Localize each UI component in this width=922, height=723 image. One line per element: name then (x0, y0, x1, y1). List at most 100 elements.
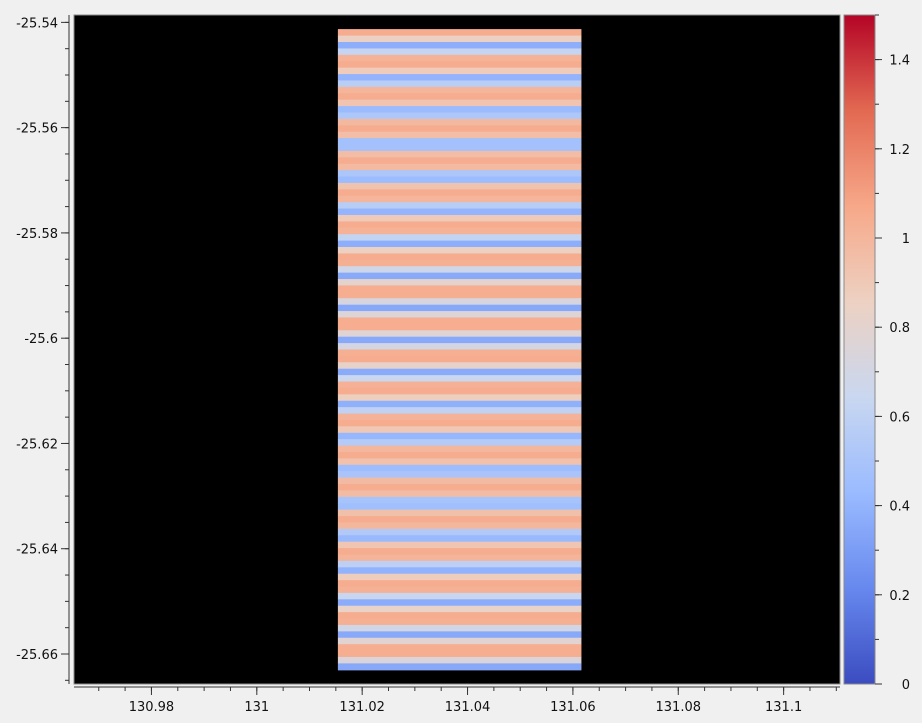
heatmap-cell-row (337, 221, 582, 229)
heatmap-cell-row (337, 112, 582, 120)
heatmap-cell-row (337, 29, 582, 37)
heatmap-cell-row (337, 48, 582, 56)
heatmap-cell-row (337, 439, 582, 447)
x-tick-label: 130.98 (129, 700, 175, 715)
heatmap-plot: 130.98 131 131.02 131.04 131.06 131.08 131.1 -… (16, 14, 910, 715)
heatmap-cell-row (337, 612, 582, 620)
heatmap-cell-row (337, 182, 582, 190)
heatmap-cell-row (337, 586, 582, 594)
heatmap-cell-row (337, 599, 582, 607)
x-tick-label: 131.08 (656, 700, 702, 715)
heatmap-cell-row (337, 240, 582, 248)
heatmap-cell-row (337, 234, 582, 242)
heatmap-cell-row (337, 503, 582, 511)
heatmap-cell-row (337, 253, 582, 261)
colorbar-tick-label: 0.2 (889, 589, 910, 604)
heatmap-cell-row (337, 509, 582, 517)
colorbar-gradient (844, 15, 875, 684)
heatmap-cell-row (337, 656, 582, 664)
colorbar-tick-label: 1.2 (889, 143, 910, 158)
heatmap-cell-row (337, 528, 582, 536)
heatmap-cell-row (337, 138, 582, 146)
heatmap-cell-row (337, 580, 582, 588)
heatmap-cell-row (337, 317, 582, 325)
heatmap-cell-row (337, 560, 582, 568)
heatmap-cell-row (337, 451, 582, 459)
heatmap-cell-row (337, 573, 582, 581)
heatmap-cell-row (337, 535, 582, 543)
heatmap-cell-row (337, 637, 582, 645)
y-tick-label: -25.54 (16, 16, 58, 31)
heatmap-cell-row (337, 516, 582, 524)
heatmap-cell-row (337, 214, 582, 222)
heatmap-cell-row (337, 407, 582, 415)
heatmap-cell-row (337, 387, 582, 395)
heatmap-cell-row (337, 311, 582, 319)
heatmap-cell-row (337, 426, 582, 434)
heatmap-cell-row (337, 35, 582, 43)
heatmap-cell-row (337, 323, 582, 331)
x-tick-label: 131.1 (765, 700, 802, 715)
heatmap-cell-row (337, 631, 582, 639)
y-tick-label: -25.58 (16, 227, 58, 242)
heatmap-cell-row (337, 541, 582, 549)
heatmap-cell-row (337, 291, 582, 299)
heatmap-cell-row (337, 80, 582, 88)
heatmap-cell-row (337, 74, 582, 82)
heatmap-cell-row (337, 93, 582, 101)
heatmap-cell-row (337, 157, 582, 165)
x-tick-label: 131.06 (550, 700, 596, 715)
x-tick-label: 131 (244, 700, 269, 715)
heatmap-cell-row (337, 125, 582, 133)
y-tick-label: -25.62 (16, 437, 58, 452)
heatmap-cell-row (337, 67, 582, 75)
y-tick-label: -25.64 (16, 543, 58, 558)
heatmap-cell-row (337, 644, 582, 652)
heatmap-cell-row (337, 163, 582, 171)
heatmap-cell-row (337, 362, 582, 370)
heatmap-cell-row (337, 61, 582, 69)
colorbar-tick-label: 0.4 (889, 500, 910, 515)
heatmap-data-layer (337, 29, 582, 671)
heatmap-cell-row (337, 150, 582, 158)
heatmap-cell-row (337, 189, 582, 197)
heatmap-cell-row (337, 394, 582, 402)
heatmap-cell-row (337, 279, 582, 287)
y-tick-label: -25.6 (24, 332, 58, 347)
heatmap-cell-row (337, 42, 582, 50)
heatmap-cell-row (337, 202, 582, 210)
heatmap-cell-row (337, 458, 582, 466)
heatmap-cell-row (337, 445, 582, 453)
y-axis: -25.54 -25.56 -25.58 -25.6 -25.62 -25.64 -25.6… (16, 15, 70, 684)
heatmap-cell-row (337, 259, 582, 267)
heatmap-cell-row (337, 375, 582, 383)
heatmap-cell-row (337, 618, 582, 626)
heatmap-cell-row (337, 54, 582, 62)
heatmap-cell-row (337, 343, 582, 351)
colorbar: 0 0.2 0.4 0.6 0.8 1 1.2 1.4 (843, 14, 910, 693)
heatmap-cell-row (337, 272, 582, 280)
heatmap-cell-row (337, 285, 582, 293)
heatmap-cell-row (337, 381, 582, 389)
heatmap-cell-row (337, 419, 582, 427)
colorbar-tick-label: 1 (902, 232, 910, 247)
heatmap-cell-row (337, 496, 582, 504)
heatmap-cell-row (337, 548, 582, 556)
colorbar-tick-label: 1.4 (889, 54, 910, 69)
heatmap-cell-row (337, 567, 582, 575)
heatmap-cell-row (337, 471, 582, 479)
heatmap-cell-row (337, 208, 582, 216)
heatmap-cell-row (337, 484, 582, 492)
heatmap-cell-row (337, 554, 582, 562)
heatmap-cell-row (337, 490, 582, 498)
x-axis: 130.98 131 131.02 131.04 131.06 131.08 131.1 (74, 686, 840, 715)
heatmap-cell-row (337, 106, 582, 114)
colorbar-ticks: 0 0.2 0.4 0.6 0.8 1 1.2 1.4 (875, 14, 910, 693)
heatmap-cell-row (337, 624, 582, 632)
heatmap-cell-row (337, 247, 582, 255)
colorbar-tick-label: 0.8 (889, 321, 910, 336)
heatmap-cell-row (337, 400, 582, 408)
y-tick-label: -25.56 (16, 122, 58, 137)
heatmap-cell-row (337, 336, 582, 344)
heatmap-cell-row (337, 195, 582, 203)
